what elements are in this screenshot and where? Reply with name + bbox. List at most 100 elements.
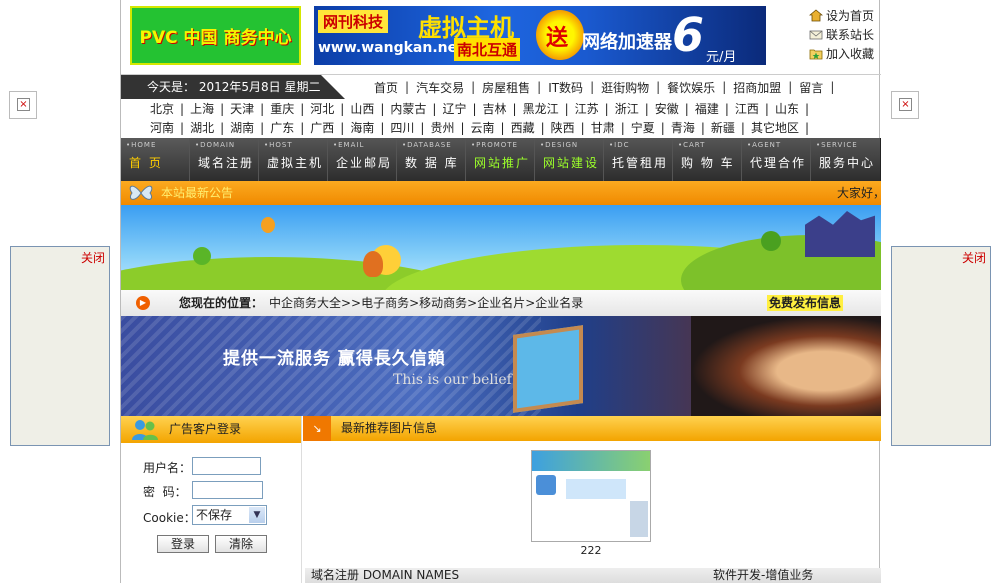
main-nav-item[interactable]: 逛街购物 — [594, 79, 656, 96]
promo-subtitle: This is our belief — [393, 372, 512, 388]
region-separator: | — [804, 121, 809, 135]
bottom-section-bar: 域名注册 DOMAIN NAMES 软件开发-增值业务 — [305, 568, 881, 583]
nav-item-label: 网站建设 — [543, 156, 600, 170]
region-link[interactable]: 西藏 — [506, 119, 540, 138]
nav-item-label: 代理合作 — [750, 156, 807, 170]
broken-image-icon: × — [899, 98, 912, 111]
region-link[interactable]: 河南 — [145, 119, 179, 138]
announcement-bar: 本站最新公告 大家好， — [121, 181, 885, 205]
recommend-panel: ↘ 最新推荐图片信息 222 域名注册 DOMAIN NAMES 软件开发-增值… — [303, 416, 881, 583]
page-container: PVC 中国 商务中心 网刊科技 www.wangkan.net 虚拟主机 南北… — [120, 0, 885, 583]
cookie-select[interactable]: 不保存 ▼ — [192, 505, 267, 525]
region-link[interactable]: 青海 — [666, 119, 700, 138]
region-link[interactable]: 甘肃 — [586, 119, 620, 138]
region-link[interactable]: 四川 — [385, 119, 419, 138]
banner-gift: 送 — [546, 26, 569, 51]
region-link[interactable]: 贵州 — [425, 119, 459, 138]
recommend-header: ↘ 最新推荐图片信息 — [303, 416, 881, 441]
domain-section-title: 域名注册 DOMAIN NAMES — [311, 568, 460, 582]
clear-button[interactable]: 清除 — [215, 535, 267, 553]
region-link[interactable]: 浙江 — [610, 100, 644, 119]
region-link[interactable]: 新疆 — [706, 119, 740, 138]
banner-price-unit: 元/月 — [706, 50, 737, 65]
main-nav-item[interactable]: 招商加盟 — [726, 79, 788, 96]
region-link[interactable]: 广西 — [305, 119, 339, 138]
region-link[interactable]: 黑龙江 — [518, 100, 564, 119]
butterfly-icon — [129, 185, 153, 200]
main-nav-item[interactable]: 留言 — [792, 79, 830, 96]
service-nav-item[interactable]: •DOMAIN 域名注册 — [190, 138, 259, 181]
region-link[interactable]: 北京 — [145, 100, 179, 119]
region-link[interactable]: 陕西 — [546, 119, 580, 138]
top-banner-ad[interactable]: 网刊科技 www.wangkan.net 虚拟主机 南北互通 送 网络加速器 6… — [314, 6, 766, 65]
nav-item-label: 首 页 — [129, 156, 163, 170]
left-ad-close[interactable]: 关闭 — [81, 249, 105, 266]
announcement-marquee[interactable]: 大家好， — [837, 181, 885, 205]
region-link[interactable]: 江西 — [730, 100, 764, 119]
recommend-thumbnail[interactable] — [531, 450, 651, 542]
nav-item-en: •HOST — [264, 141, 293, 149]
service-nav-item[interactable]: •IDC 托管租用 — [604, 138, 673, 181]
region-row-2: 河南 | 湖北 | 湖南 | 广东 | 广西 | 海南 | 四川 | 贵州 | 云南 | 西藏 | 陕西 | 甘肃 | 宁夏 | 青… — [145, 119, 885, 138]
region-link[interactable]: 山西 — [345, 100, 379, 119]
region-link[interactable]: 海南 — [345, 119, 379, 138]
service-nav-item[interactable]: •PROMOTE 网站推广 — [466, 138, 535, 181]
region-link[interactable]: 辽宁 — [437, 100, 471, 119]
region-link[interactable]: 福建 — [690, 100, 724, 119]
site-logo[interactable]: PVC 中国 商务中心 — [130, 6, 301, 65]
banner-price-num: 6 — [672, 8, 705, 62]
password-input[interactable] — [192, 481, 263, 499]
region-link[interactable]: 江苏 — [570, 100, 604, 119]
login-form: 用户名： 密 码： Cookie： 不保存 ▼ 登录 清除 — [121, 443, 301, 583]
main-nav-item[interactable]: 汽车交易 — [409, 79, 471, 96]
service-nav-item[interactable]: •CART 购 物 车 — [673, 138, 742, 181]
thumbnail-caption[interactable]: 222 — [531, 544, 651, 557]
service-nav-item[interactable]: •DESIGN 网站建设 — [535, 138, 604, 181]
login-button[interactable]: 登录 — [157, 535, 209, 553]
main-nav-item[interactable]: IT数码 — [541, 79, 590, 96]
main-nav-item[interactable]: 首页 — [367, 79, 405, 96]
region-link[interactable]: 内蒙古 — [385, 100, 431, 119]
right-ad-close[interactable]: 关闭 — [962, 249, 986, 266]
region-link[interactable]: 云南 — [466, 119, 500, 138]
region-link[interactable]: 重庆 — [265, 100, 299, 119]
set-homepage-link[interactable]: 设为首页 — [809, 6, 881, 25]
service-nav-item[interactable]: •AGENT 代理合作 — [742, 138, 811, 181]
add-favorite-link[interactable]: 加入收藏 — [809, 44, 881, 63]
region-link[interactable]: 湖南 — [225, 119, 259, 138]
broken-image-icon: × — [17, 98, 30, 111]
region-link[interactable]: 广东 — [265, 119, 299, 138]
home-icon — [809, 9, 823, 22]
main-nav-item[interactable]: 餐饮娱乐 — [660, 79, 722, 96]
breadcrumb[interactable]: 中企商务大全>>电子商务>移动商务>企业名片>企业名录 — [269, 290, 583, 316]
add-favorite-label: 加入收藏 — [826, 47, 875, 61]
region-link[interactable]: 天津 — [225, 100, 259, 119]
right-float-ad: 关闭 — [891, 246, 991, 446]
nav-item-label: 域名注册 — [198, 156, 255, 170]
contact-admin-link[interactable]: 联系站长 — [809, 25, 881, 44]
region-link[interactable]: 其它地区 — [746, 119, 804, 138]
region-link[interactable]: 上海 — [185, 100, 219, 119]
region-link[interactable]: 宁夏 — [626, 119, 660, 138]
service-nav-item[interactable]: •DATABASE 数 据 库 — [397, 138, 466, 181]
software-section-title: 软件开发-增值业务 — [713, 568, 814, 582]
users-icon — [132, 420, 158, 440]
nav-item-en: •CART — [678, 141, 706, 149]
publish-info-link[interactable]: 免费发布信息 — [767, 295, 844, 311]
service-nav-item[interactable]: •HOST 虚拟主机 — [259, 138, 328, 181]
breadcrumb-bar: ▶ 您现在的位置： 中企商务大全>>电子商务>移动商务>企业名片>企业名录 免费… — [121, 290, 881, 316]
service-nav-item[interactable]: •HOME 首 页 — [121, 138, 190, 181]
region-link[interactable]: 河北 — [305, 100, 339, 119]
region-link[interactable]: 山东 — [770, 100, 804, 119]
nav-item-label: 网站推广 — [474, 156, 531, 170]
region-link[interactable]: 安徽 — [650, 100, 684, 119]
region-link[interactable]: 湖北 — [185, 119, 219, 138]
username-input[interactable] — [192, 457, 261, 475]
service-nav-item[interactable]: •SERVICE 服务中心 — [811, 138, 880, 181]
service-nav-item[interactable]: •EMAIL 企业邮局 — [328, 138, 397, 181]
contact-admin-label: 联系站长 — [826, 28, 875, 42]
nav-item-label: 托管租用 — [612, 156, 669, 170]
main-nav-item[interactable]: 房屋租售 — [475, 79, 537, 96]
login-title: 广告客户登录 — [169, 422, 242, 436]
region-link[interactable]: 吉林 — [478, 100, 512, 119]
